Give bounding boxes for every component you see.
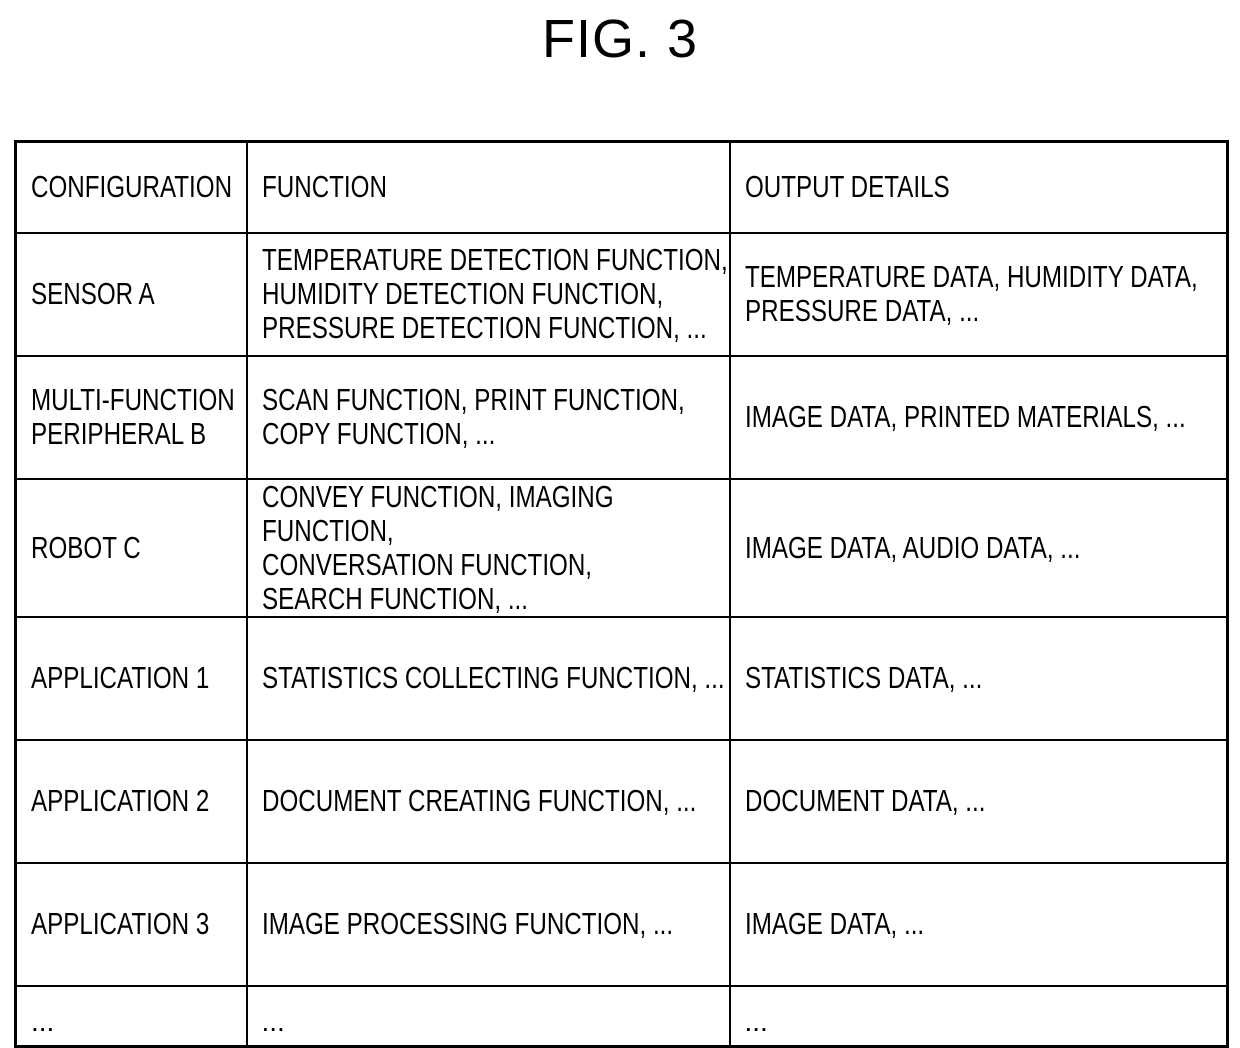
configuration-table: CONFIGURATION FUNCTION OUTPUT DETAILS SE… — [14, 140, 1229, 1048]
cell-output: IMAGE DATA, ... — [728, 861, 1229, 987]
cell-configuration: ROBOT C — [14, 477, 248, 618]
table-row: ROBOT C CONVEY FUNCTION, IMAGING FUNCTIO… — [14, 477, 1229, 618]
cell-function: SCAN FUNCTION, PRINT FUNCTION, COPY FUNC… — [245, 354, 731, 480]
cell-output: DOCUMENT DATA, ... — [728, 738, 1229, 864]
cell-function: CONVEY FUNCTION, IMAGING FUNCTION, CONVE… — [245, 477, 731, 618]
cell-configuration: APPLICATION 3 — [14, 861, 248, 987]
cell-output: STATISTICS DATA, ... — [728, 615, 1229, 741]
cell-output: IMAGE DATA, AUDIO DATA, ... — [728, 477, 1229, 618]
cell-function: IMAGE PROCESSING FUNCTION, ... — [245, 861, 731, 987]
cell-function: STATISTICS COLLECTING FUNCTION, ... — [245, 615, 731, 741]
header-function: FUNCTION — [245, 140, 731, 234]
table-row: SENSOR A TEMPERATURE DETECTION FUNCTION,… — [14, 231, 1229, 357]
cell-function: DOCUMENT CREATING FUNCTION, ... — [245, 738, 731, 864]
cell-configuration: APPLICATION 2 — [14, 738, 248, 864]
cell-configuration: APPLICATION 1 — [14, 615, 248, 741]
cell-output: TEMPERATURE DATA, HUMIDITY DATA, PRESSUR… — [728, 231, 1229, 357]
cell-configuration: SENSOR A — [14, 231, 248, 357]
table-row: APPLICATION 2 DOCUMENT CREATING FUNCTION… — [14, 738, 1229, 864]
header-configuration: CONFIGURATION — [14, 140, 248, 234]
header-output-details: OUTPUT DETAILS — [728, 140, 1229, 234]
cell-output: IMAGE DATA, PRINTED MATERIALS, ... — [728, 354, 1229, 480]
table-row-ellipsis: ... ... ... — [14, 984, 1229, 1048]
cell-function: TEMPERATURE DETECTION FUNCTION, HUMIDITY… — [245, 231, 731, 357]
table-row: APPLICATION 1 STATISTICS COLLECTING FUNC… — [14, 615, 1229, 741]
cell-output: ... — [728, 984, 1229, 1048]
cell-configuration: ... — [14, 984, 248, 1048]
table-row: MULTI-FUNCTION PERIPHERAL B SCAN FUNCTIO… — [14, 354, 1229, 480]
figure-title: FIG. 3 — [541, 9, 699, 69]
cell-configuration: MULTI-FUNCTION PERIPHERAL B — [14, 354, 248, 480]
table-row: APPLICATION 3 IMAGE PROCESSING FUNCTION,… — [14, 861, 1229, 987]
table-header-row: CONFIGURATION FUNCTION OUTPUT DETAILS — [14, 140, 1229, 234]
cell-function: ... — [245, 984, 731, 1048]
